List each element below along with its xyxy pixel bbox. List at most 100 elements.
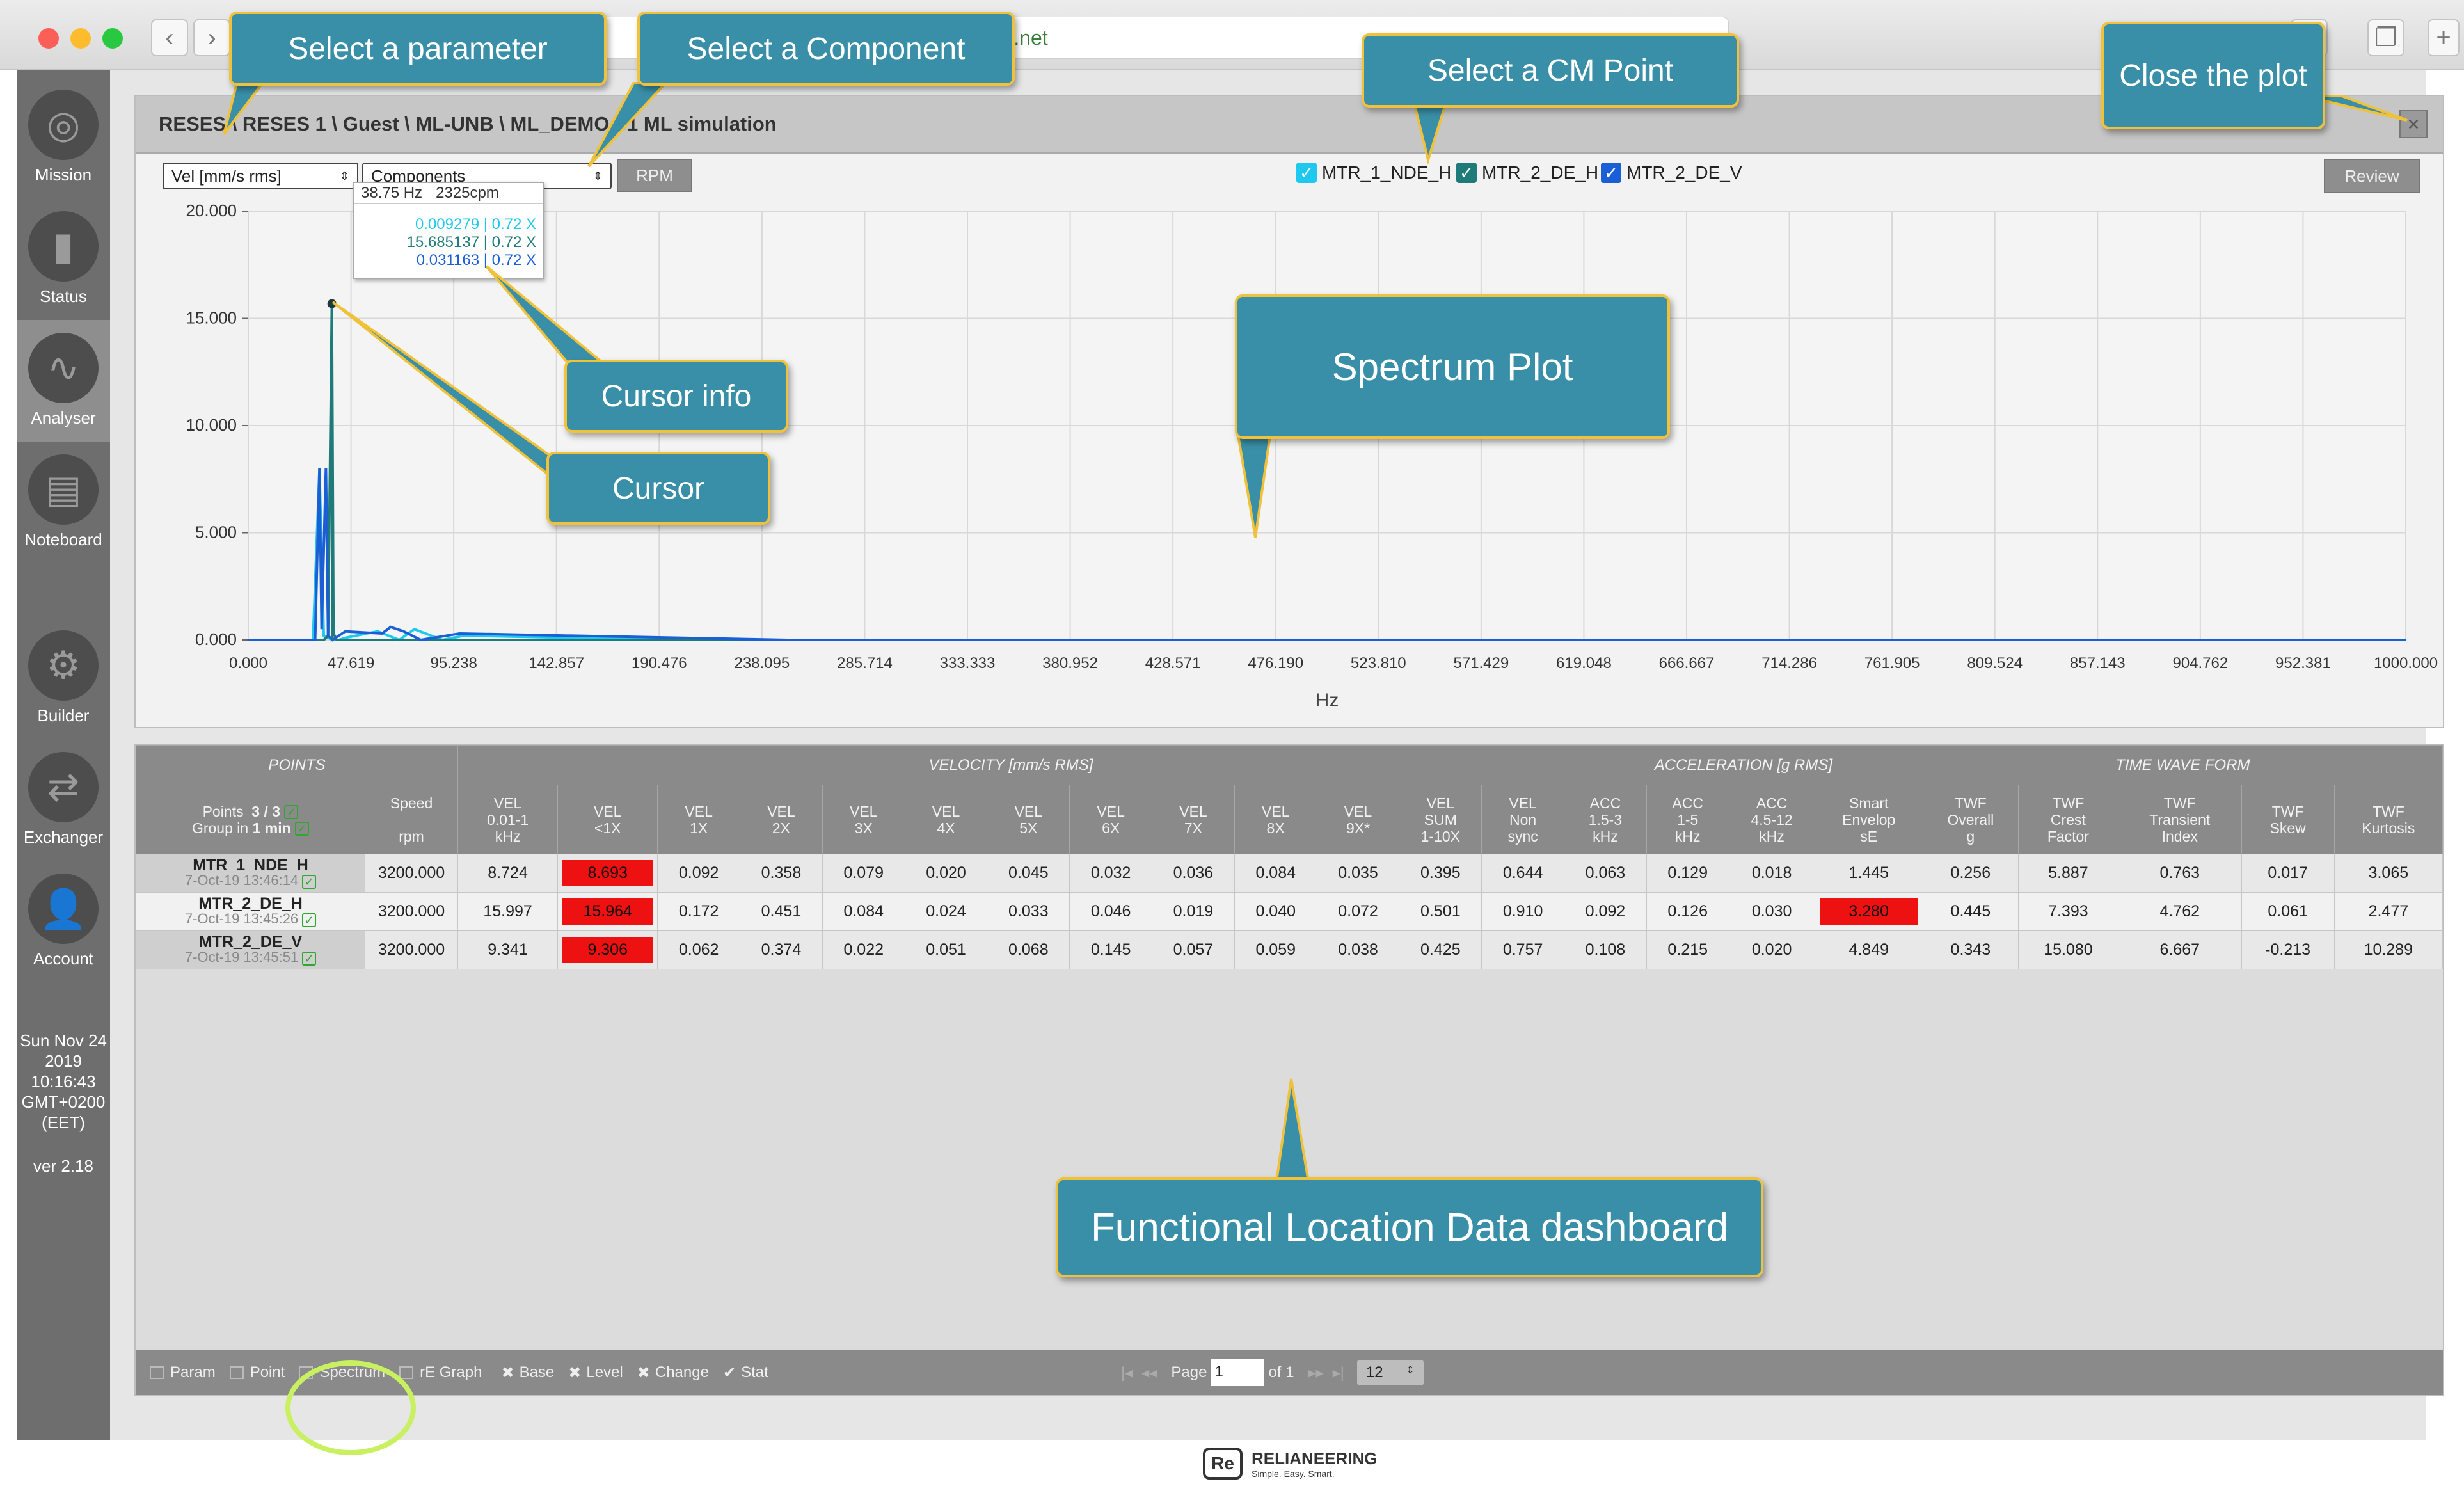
- value-cell[interactable]: 0.215: [1646, 930, 1729, 969]
- sidebar-item-status[interactable]: ▮ Status: [17, 198, 110, 320]
- value-cell[interactable]: 0.757: [1481, 930, 1565, 969]
- first-page-icon[interactable]: |◂: [1121, 1364, 1133, 1382]
- footer-base-button[interactable]: ✖ Base: [501, 1364, 554, 1382]
- table-row[interactable]: MTR_2_DE_V 7-Oct-19 13:45:51 ✓ 3200.000 9.34…: [136, 930, 2444, 969]
- footer-point-button[interactable]: Point: [229, 1364, 285, 1382]
- value-cell[interactable]: 8.693: [557, 854, 658, 893]
- value-cell[interactable]: 0.019: [1152, 892, 1235, 931]
- value-cell[interactable]: 4.849: [1814, 930, 1923, 969]
- value-cell[interactable]: 9.341: [457, 930, 559, 969]
- value-cell[interactable]: 0.358: [740, 854, 823, 893]
- value-cell[interactable]: 0.395: [1399, 854, 1482, 893]
- check-icon[interactable]: ✓: [295, 822, 310, 836]
- sidebar-item-account[interactable]: 👤 Account: [17, 861, 110, 982]
- value-cell[interactable]: 15.080: [2017, 930, 2118, 969]
- value-cell[interactable]: 0.051: [904, 930, 988, 969]
- value-cell[interactable]: 0.072: [1316, 892, 1400, 931]
- value-cell[interactable]: 0.079: [822, 854, 905, 893]
- per-page-select[interactable]: 12 ⇕: [1356, 1360, 1424, 1385]
- value-cell[interactable]: 0.092: [1564, 892, 1647, 931]
- value-cell[interactable]: 0.017: [2241, 854, 2335, 893]
- value-cell[interactable]: 0.092: [657, 854, 741, 893]
- value-cell[interactable]: 3.065: [2333, 854, 2444, 893]
- value-cell[interactable]: 15.997: [457, 892, 559, 931]
- value-cell[interactable]: 0.030: [1728, 892, 1815, 931]
- page-input[interactable]: 1: [1211, 1359, 1265, 1386]
- value-cell[interactable]: 7.393: [2017, 892, 2118, 931]
- sidebar-item-exchanger[interactable]: ⇄ Exchanger: [17, 739, 110, 861]
- new-tab-button[interactable]: +: [2428, 19, 2460, 56]
- check-icon[interactable]: ✓: [284, 805, 299, 820]
- value-cell[interactable]: 0.035: [1316, 854, 1400, 893]
- value-cell[interactable]: 0.451: [740, 892, 823, 931]
- value-cell[interactable]: 0.445: [1922, 892, 2019, 931]
- value-cell[interactable]: 0.068: [987, 930, 1070, 969]
- point-cell[interactable]: MTR_2_DE_V 7-Oct-19 13:45:51 ✓: [136, 930, 365, 969]
- sidebar-item-builder[interactable]: ⚙ Builder: [17, 618, 110, 739]
- footer-level-button[interactable]: ✖ Level: [568, 1364, 623, 1382]
- table-row[interactable]: MTR_1_NDE_H 7-Oct-19 13:46:14 ✓ 3200.000 8.7…: [136, 854, 2444, 893]
- point-cell[interactable]: MTR_1_NDE_H 7-Oct-19 13:46:14 ✓: [136, 854, 365, 893]
- value-cell[interactable]: 0.063: [1564, 854, 1647, 893]
- value-cell[interactable]: 0.763: [2117, 854, 2242, 893]
- value-cell[interactable]: 0.062: [657, 930, 741, 969]
- footer-stat-button[interactable]: ✔ Stat: [723, 1364, 768, 1382]
- value-cell[interactable]: -0.213: [2241, 930, 2335, 969]
- value-cell[interactable]: 0.145: [1069, 930, 1153, 969]
- value-cell[interactable]: 0.057: [1152, 930, 1235, 969]
- value-cell[interactable]: 0.084: [822, 892, 905, 931]
- forward-button[interactable]: ›: [193, 19, 230, 56]
- sidebar-item-analyser[interactable]: ∿ Analyser: [17, 320, 110, 442]
- value-cell[interactable]: 0.084: [1234, 854, 1317, 893]
- value-cell[interactable]: 0.172: [657, 892, 741, 931]
- value-cell[interactable]: 0.038: [1316, 930, 1400, 969]
- last-page-icon[interactable]: ▸|: [1333, 1364, 1344, 1382]
- value-cell[interactable]: 0.108: [1564, 930, 1647, 969]
- value-cell[interactable]: 0.061: [2241, 892, 2335, 931]
- value-cell[interactable]: 0.343: [1922, 930, 2019, 969]
- minimize-window-button[interactable]: [70, 28, 91, 49]
- back-button[interactable]: ‹: [151, 19, 188, 56]
- value-cell[interactable]: 0.425: [1399, 930, 1482, 969]
- value-cell[interactable]: 0.036: [1152, 854, 1235, 893]
- rpm-button[interactable]: RPM: [617, 159, 692, 192]
- review-button[interactable]: Review: [2324, 159, 2420, 193]
- cm-point-checkbox-1[interactable]: ✓ MTR_1_NDE_H: [1296, 163, 1451, 183]
- value-cell[interactable]: 3.280: [1814, 892, 1923, 931]
- value-cell[interactable]: 15.964: [557, 892, 658, 931]
- point-cell[interactable]: MTR_2_DE_H 7-Oct-19 13:45:26 ✓: [136, 892, 365, 931]
- value-cell[interactable]: 10.289: [2333, 930, 2444, 969]
- value-cell[interactable]: 2.477: [2333, 892, 2444, 931]
- parameter-select[interactable]: Vel [mm/s rms] ⇕: [163, 163, 358, 189]
- close-window-button[interactable]: [38, 28, 59, 49]
- value-cell[interactable]: 0.374: [740, 930, 823, 969]
- table-row[interactable]: MTR_2_DE_H 7-Oct-19 13:45:26 ✓ 3200.000 15.9…: [136, 892, 2444, 931]
- value-cell[interactable]: 0.059: [1234, 930, 1317, 969]
- value-cell[interactable]: 0.045: [987, 854, 1070, 893]
- value-cell[interactable]: 0.022: [822, 930, 905, 969]
- maximize-window-button[interactable]: [102, 28, 123, 49]
- close-plot-button[interactable]: ×: [2399, 110, 2428, 138]
- value-cell[interactable]: 0.032: [1069, 854, 1153, 893]
- value-cell[interactable]: 0.020: [1728, 930, 1815, 969]
- value-cell[interactable]: 0.644: [1481, 854, 1565, 893]
- cm-point-checkbox-3[interactable]: ✓ MTR_2_DE_V: [1601, 163, 1742, 183]
- footer-change-button[interactable]: ✖ Change: [637, 1364, 709, 1382]
- value-cell[interactable]: 0.129: [1646, 854, 1729, 893]
- sidebar-item-mission[interactable]: ◎ Mission: [17, 77, 110, 198]
- value-cell[interactable]: 4.762: [2117, 892, 2242, 931]
- footer-param-button[interactable]: Param: [150, 1364, 216, 1382]
- value-cell[interactable]: 0.126: [1646, 892, 1729, 931]
- value-cell[interactable]: 1.445: [1814, 854, 1923, 893]
- value-cell[interactable]: 0.910: [1481, 892, 1565, 931]
- value-cell[interactable]: 0.256: [1922, 854, 2019, 893]
- prev-page-icon[interactable]: ◂◂: [1141, 1364, 1157, 1382]
- value-cell[interactable]: 0.018: [1728, 854, 1815, 893]
- cm-point-checkbox-2[interactable]: ✓ MTR_2_DE_H: [1456, 163, 1598, 183]
- value-cell[interactable]: 0.046: [1069, 892, 1153, 931]
- tabs-button[interactable]: ❐: [2367, 19, 2404, 56]
- next-page-icon[interactable]: ▸▸: [1308, 1364, 1323, 1382]
- value-cell[interactable]: 0.024: [904, 892, 988, 931]
- value-cell[interactable]: 5.887: [2017, 854, 2118, 893]
- footer-re-graph-button[interactable]: rE Graph: [399, 1364, 482, 1382]
